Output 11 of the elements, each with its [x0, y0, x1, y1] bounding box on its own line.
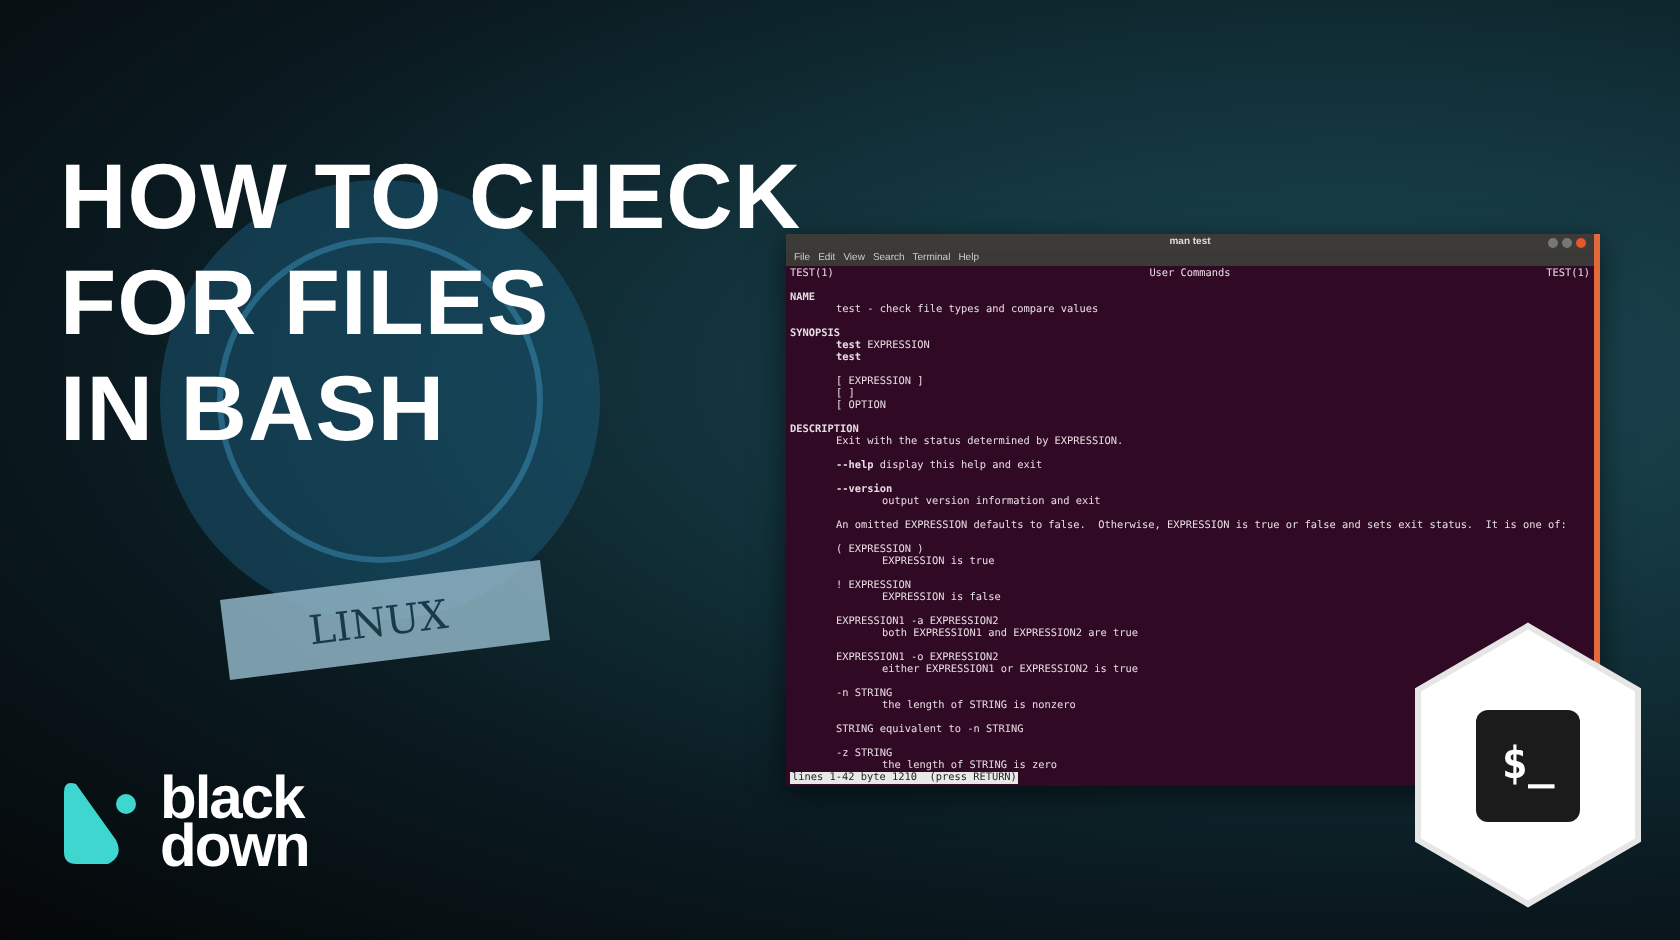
- headline: IN BASH: [60, 356, 446, 462]
- maximize-button[interactable]: [1562, 238, 1572, 248]
- prompt-symbol: $_: [1501, 740, 1555, 790]
- logo-icon: [60, 780, 140, 868]
- logo-wordmark: black: [160, 776, 305, 824]
- ribbon-label: LINUX: [306, 589, 451, 655]
- headline: FOR FILES: [60, 250, 550, 356]
- close-button[interactable]: [1576, 238, 1586, 248]
- headline: HOW TO CHECK: [60, 144, 802, 250]
- logo-wordmark: down: [160, 824, 309, 872]
- minimize-button[interactable]: [1548, 238, 1558, 248]
